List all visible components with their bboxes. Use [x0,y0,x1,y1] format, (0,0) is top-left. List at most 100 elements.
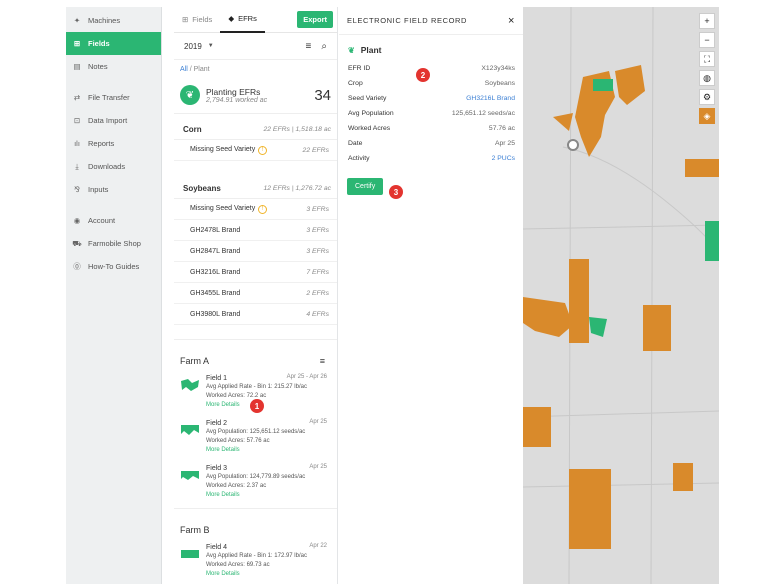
field-acres: Worked Acres: 57.76 ac [206,438,270,444]
list-item[interactable]: GH3980L Brand 4 EFRs [174,304,337,325]
nav-label: Account [88,216,116,225]
certify-button[interactable]: Certify [347,178,384,195]
summary-count: 34 [314,86,331,104]
list-item[interactable]: GH2478L Brand 3 EFRs [174,220,337,241]
zoom-in-icon[interactable]: + [699,13,715,29]
weather-icon[interactable]: ⚙ [699,89,715,105]
annotation-marker-3: 3 [389,185,403,199]
row-label: Missing Seed Variety [190,145,256,153]
group-stat: 12 EFRs | 1,276.72 ac [263,185,331,192]
fullscreen-icon[interactable]: ⛶ [699,51,715,67]
map-fields [523,65,719,549]
field-card[interactable]: Field 2 Avg Population: 125,651.12 seeds… [174,414,337,459]
row-label: GH3216L Brand [190,268,241,276]
kv-key: Worked Acres [348,125,391,132]
tab-efrs[interactable]: ◆ EFRs [220,7,265,33]
data-import-icon: ⊡ [73,116,81,125]
list-item[interactable]: GH3216L Brand 7 EFRs [174,262,337,283]
field-card[interactable]: Field 4 Avg Applied Rate - Bin 1: 172.97… [174,538,337,583]
nav-label: Fields [88,39,110,48]
field-shape-icon [181,550,199,558]
activity-link[interactable]: 2 PUCs [492,155,515,162]
annotation-marker-1: 1 [250,399,264,413]
field-rate: Avg Population: 124,779.89 seeds/ac [206,474,306,480]
nav-label: Reports [88,139,115,148]
field-rate: Avg Applied Rate - Bin 1: 172.97 lb/ac [206,553,307,559]
row-label: GH3455L Brand [190,289,241,297]
seed-variety-link[interactable]: GH3216L Brand [466,95,515,102]
list-item[interactable]: GH2847L Brand 3 EFRs [174,241,337,262]
nav-label: How-To Guides [88,262,140,271]
nav-farmobile-shop[interactable]: ⛟ Farmobile Shop [66,232,161,255]
nav-how-to-guides[interactable]: ⓪ How-To Guides [66,255,161,278]
field-shape-icon [181,425,199,435]
farm-name: Farm B [180,524,210,535]
sort-icon[interactable]: ≡ [320,356,325,366]
nav-label: Machines [88,16,121,25]
nav-label: Inputs [88,185,109,194]
group-stat: 22 EFRs | 1,518.18 ac [263,126,331,133]
nav-downloads[interactable]: ⤓ Downloads [66,155,161,178]
field-card[interactable]: Field 3 Avg Population: 124,779.89 seeds… [174,459,337,504]
list-item[interactable]: GH3455L Brand 2 EFRs [174,283,337,304]
globe-icon[interactable]: ◍ [699,70,715,86]
kv-key: Avg Population [348,110,394,117]
map-view[interactable]: + − ⛶ ◍ ⚙ ◈ [523,7,719,584]
field-shape-icon [181,379,199,391]
list-item[interactable]: Missing Seed Variety! 3 EFRs [174,199,337,220]
close-icon[interactable]: × [508,15,515,27]
more-details-link[interactable]: More Details [206,446,327,455]
row-stat: 4 EFRs [306,310,329,318]
field-date: Apr 25 [309,419,327,425]
nav-account[interactable]: ◉ Account [66,209,161,232]
efr-id-row: EFR ID X123y34ks [339,61,523,76]
nav-label: File Transfer [88,93,130,102]
zoom-out-icon[interactable]: − [699,32,715,48]
panel-tabs: ⊞ Fields ◆ EFRs Export [174,7,337,33]
year-select[interactable]: 2019 [184,42,202,51]
kv-key: Date [348,140,363,147]
chevron-down-icon[interactable]: ▼ [208,43,214,49]
nav-reports[interactable]: ılı Reports [66,132,161,155]
group-soybeans[interactable]: Soybeans 12 EFRs | 1,276.72 ac [174,179,337,199]
farm-name: Farm A [180,355,210,366]
tab-fields[interactable]: ⊞ Fields [174,7,220,33]
breadcrumb: All / Plant [174,59,337,79]
nav-file-transfer[interactable]: ⇄ File Transfer [66,86,161,109]
farm-b-header: Farm B [174,508,337,538]
layers-icon[interactable]: ◈ [699,108,715,124]
list-item[interactable]: Missing Seed Variety! 22 EFRs [174,140,337,161]
field-acres: Worked Acres: 2.37 ac [206,483,267,489]
nav-notes[interactable]: ▤ Notes [66,55,161,78]
tab-label: EFRs [238,14,257,23]
nav-label: Notes [88,62,108,71]
leaf-icon: ❦ [180,85,200,105]
field-date: Apr 25 [309,464,327,470]
detail-title: ELECTRONIC FIELD RECORD [347,16,468,25]
group-corn[interactable]: Corn 22 EFRs | 1,518.18 ac [174,120,337,140]
nav-label: Data Import [88,116,128,125]
nav-fields[interactable]: ⊞ Fields [66,32,161,55]
reports-icon: ılı [74,139,80,148]
filter-icon[interactable]: ≡ [306,41,312,52]
more-details-link[interactable]: More Details [206,401,327,410]
search-icon[interactable]: ⌕ [321,41,327,52]
row-stat: 7 EFRs [306,268,329,276]
field-acres: Worked Acres: 69.73 ac [206,562,270,568]
nav-machines[interactable]: ✦ Machines [66,9,161,32]
export-button[interactable]: Export [297,11,333,28]
machines-icon: ✦ [73,16,81,25]
nav-data-import[interactable]: ⊡ Data Import [66,109,161,132]
more-details-link[interactable]: More Details [206,570,327,579]
nav-inputs[interactable]: ⅋ Inputs [66,178,161,201]
row-label: GH2478L Brand [190,226,241,234]
kv-key: EFR ID [348,65,371,72]
row-label: GH3980L Brand [190,310,241,318]
annotation-marker-2: 2 [416,68,430,82]
more-details-link[interactable]: More Details [206,491,327,500]
date-row: Date Apr 25 [339,136,523,151]
planting-efrs-summary[interactable]: ❦ Planting EFRs 2,794.91 worked ac 34 [174,79,337,114]
fields-grid-icon: ⊞ [182,15,189,24]
kv-value: Apr 25 [494,140,515,147]
breadcrumb-all[interactable]: All [180,66,188,73]
